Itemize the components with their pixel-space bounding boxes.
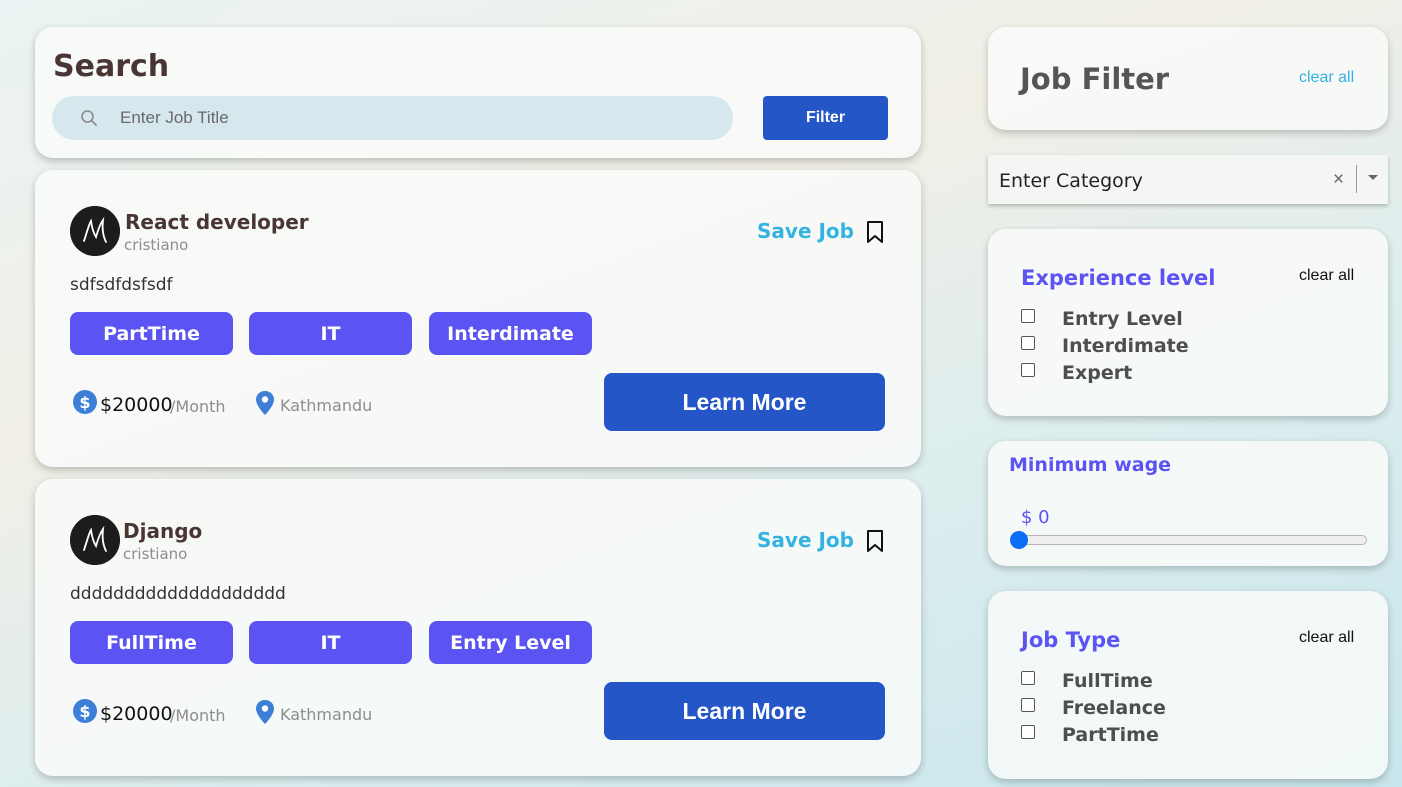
job-tag-type: FullTime	[70, 621, 233, 664]
job-filter-panel: Job Filter clear all	[988, 27, 1388, 130]
search-icon	[81, 110, 97, 126]
minimum-wage-panel: Minimum wage $ 0	[988, 441, 1388, 566]
job-type-panel: Job Type clear all FullTime Freelance Pa…	[988, 591, 1388, 779]
checkbox-fulltime[interactable]	[1021, 671, 1035, 685]
checkbox-label: Interdimate	[1062, 335, 1189, 357]
clear-experience-link[interactable]: clear all	[1299, 267, 1354, 285]
salary-amount: $20000	[100, 394, 173, 416]
location-pin-icon	[256, 700, 274, 724]
wage-slider-thumb[interactable]	[1010, 531, 1028, 549]
checkbox-label: FullTime	[1062, 670, 1153, 692]
salary-period: /Month	[170, 397, 226, 416]
dollar-icon: $	[73, 390, 97, 414]
job-tag-category: IT	[249, 621, 412, 664]
minimum-wage-title: Minimum wage	[1009, 454, 1172, 476]
save-job-button[interactable]: Save Job	[757, 219, 854, 243]
clear-all-filters-link[interactable]: clear all	[1299, 69, 1354, 87]
learn-more-button[interactable]: Learn More	[604, 373, 885, 431]
svg-text:$: $	[79, 702, 90, 721]
experience-level-panel: Experience level clear all Entry Level I…	[988, 229, 1388, 416]
job-tag-type: PartTime	[70, 312, 233, 355]
clear-category-icon[interactable]: ×	[1333, 169, 1344, 191]
dollar-icon: $	[73, 699, 97, 723]
checkbox-label: Freelance	[1062, 697, 1166, 719]
bookmark-icon[interactable]	[865, 220, 885, 244]
bookmark-icon[interactable]	[865, 529, 885, 553]
job-title[interactable]: Django	[123, 519, 202, 543]
company-name: cristiano	[123, 545, 188, 563]
checkbox-label: Entry Level	[1062, 308, 1183, 330]
clear-job-type-link[interactable]: clear all	[1299, 629, 1354, 647]
checkbox-label: Expert	[1062, 362, 1133, 384]
job-type-title: Job Type	[1021, 628, 1121, 652]
checkbox-interdimate[interactable]	[1021, 336, 1035, 350]
job-card: Django cristiano Save Job dddddddddddddd…	[35, 479, 921, 776]
job-title[interactable]: React developer	[125, 210, 309, 234]
checkbox-label: PartTime	[1062, 724, 1159, 746]
search-bar[interactable]	[52, 96, 733, 140]
learn-more-button[interactable]: Learn More	[604, 682, 885, 740]
category-select[interactable]: Enter Category ×	[988, 155, 1388, 204]
job-description: dddddddddddddddddddd	[70, 584, 286, 604]
experience-level-title: Experience level	[1021, 266, 1216, 290]
job-tag-level: Interdimate	[429, 312, 592, 355]
location-pin-icon	[256, 391, 274, 415]
checkbox-parttime[interactable]	[1021, 725, 1035, 739]
job-card: React developer cristiano Save Job sdfsd…	[35, 170, 921, 467]
filter-button[interactable]: Filter	[763, 96, 888, 140]
checkbox-freelance[interactable]	[1021, 698, 1035, 712]
company-name: cristiano	[124, 236, 189, 254]
chevron-down-icon[interactable]	[1368, 175, 1378, 180]
job-description: sdfsdfdsfsdf	[70, 275, 173, 295]
company-logo-avatar	[70, 515, 120, 565]
salary-period: /Month	[170, 706, 226, 725]
svg-text:$: $	[79, 393, 90, 412]
category-select-value: Enter Category	[999, 170, 1143, 192]
minimum-wage-value: $ 0	[1021, 507, 1050, 528]
job-location: Kathmandu	[280, 705, 373, 724]
salary-amount: $20000	[100, 703, 173, 725]
company-logo-avatar	[70, 206, 120, 256]
search-title: Search	[53, 49, 170, 84]
job-filter-title: Job Filter	[1020, 62, 1170, 96]
job-tag-level: Entry Level	[429, 621, 592, 664]
wage-slider-track[interactable]	[1011, 535, 1367, 545]
job-tag-category: IT	[249, 312, 412, 355]
checkbox-entry-level[interactable]	[1021, 309, 1035, 323]
search-panel: Search Filter	[35, 27, 921, 158]
save-job-button[interactable]: Save Job	[757, 528, 854, 552]
job-title-search-input[interactable]	[120, 96, 700, 140]
job-location: Kathmandu	[280, 396, 373, 415]
select-divider	[1356, 165, 1357, 193]
checkbox-expert[interactable]	[1021, 363, 1035, 377]
